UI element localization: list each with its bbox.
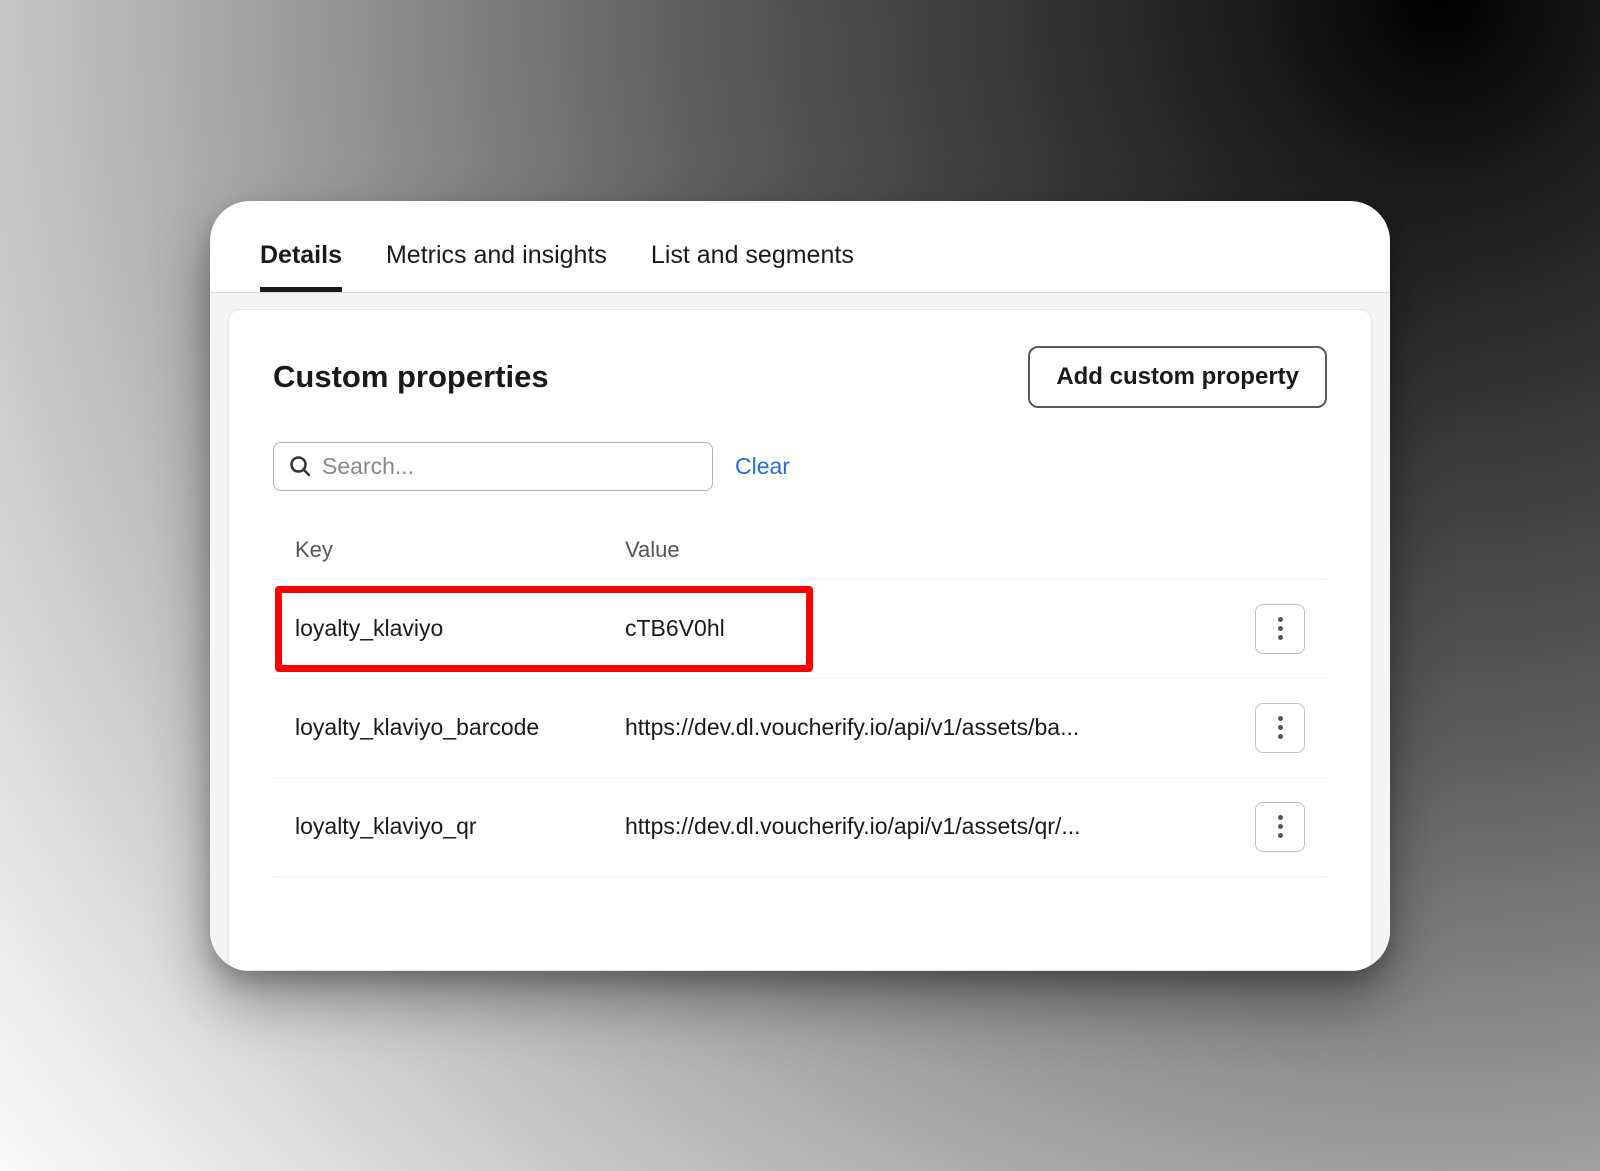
cell-key: loyalty_klaviyo <box>295 615 625 642</box>
tab-details[interactable]: Details <box>260 241 342 292</box>
row-actions-button[interactable] <box>1255 802 1305 852</box>
table-row: loyalty_klaviyo_qr https://dev.dl.vouche… <box>273 778 1327 877</box>
search-box[interactable] <box>273 442 713 491</box>
search-row: Clear <box>273 442 1327 491</box>
search-icon <box>288 454 312 478</box>
custom-properties-panel: Custom properties Add custom property Cl… <box>228 309 1372 971</box>
panel-wrap: Custom properties Add custom property Cl… <box>210 293 1390 971</box>
tab-metrics[interactable]: Metrics and insights <box>386 241 607 292</box>
tab-segments[interactable]: List and segments <box>651 241 854 292</box>
cell-value: cTB6V0hl <box>625 615 1235 642</box>
kebab-icon <box>1278 617 1283 640</box>
search-input[interactable] <box>322 453 698 480</box>
row-actions-button[interactable] <box>1255 703 1305 753</box>
column-header-actions <box>1235 537 1305 563</box>
column-header-key: Key <box>295 537 625 563</box>
table-row: loyalty_klaviyo cTB6V0hl <box>273 580 1327 679</box>
cell-value: https://dev.dl.voucherify.io/api/v1/asse… <box>625 813 1235 840</box>
kebab-icon <box>1278 815 1283 838</box>
kebab-icon <box>1278 716 1283 739</box>
tab-bar: Details Metrics and insights List and se… <box>210 201 1390 293</box>
cell-value: https://dev.dl.voucherify.io/api/v1/asse… <box>625 714 1235 741</box>
panel-title: Custom properties <box>273 359 549 395</box>
panel-header: Custom properties Add custom property <box>273 346 1327 408</box>
cell-key: loyalty_klaviyo_qr <box>295 813 625 840</box>
clear-link[interactable]: Clear <box>735 453 790 480</box>
add-custom-property-button[interactable]: Add custom property <box>1028 346 1327 408</box>
app-window: Details Metrics and insights List and se… <box>210 201 1390 971</box>
row-actions-button[interactable] <box>1255 604 1305 654</box>
table-row: loyalty_klaviyo_barcode https://dev.dl.v… <box>273 679 1327 778</box>
table-header: Key Value <box>273 525 1327 580</box>
column-header-value: Value <box>625 537 1235 563</box>
cell-key: loyalty_klaviyo_barcode <box>295 714 625 741</box>
